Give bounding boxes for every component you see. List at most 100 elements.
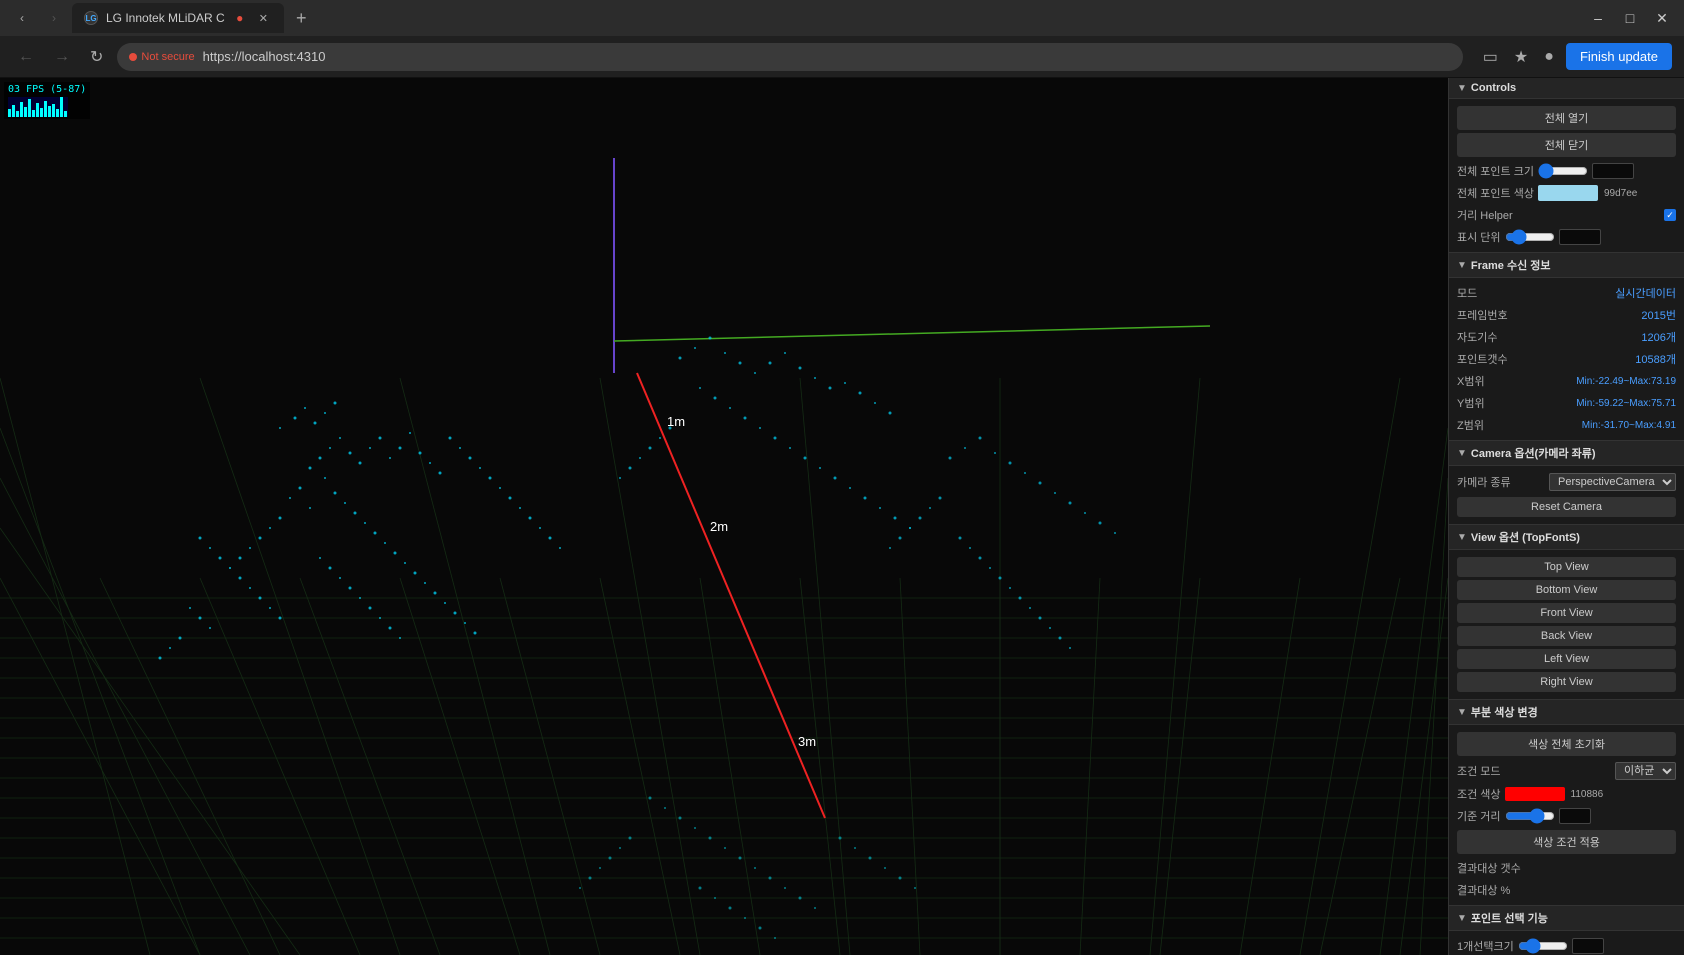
- bookmark-icon[interactable]: ★: [1510, 43, 1532, 71]
- refresh-button[interactable]: ↻: [84, 43, 109, 71]
- controls-section-title: Controls: [1471, 82, 1516, 94]
- camera-type-label: 카메라 종류: [1457, 474, 1511, 490]
- 3d-scene-svg: 1m 2m 3m: [0, 78, 1448, 955]
- left-view-button[interactable]: Left View: [1457, 649, 1676, 669]
- front-view-button[interactable]: Front View: [1457, 603, 1676, 623]
- x-range-value: Min:-22.49~Max:73.19: [1576, 376, 1676, 387]
- not-secure-icon: [129, 53, 137, 61]
- single-select-slider[interactable]: [1518, 938, 1568, 954]
- point-select-content: 1개선택크기 2 영역선택크기 1 포인트 잡기 마우스오른쪽(마우스 선택) …: [1449, 931, 1684, 955]
- point-count-value: 10588개: [1635, 351, 1676, 367]
- mode-row: 모드 실시간데이터: [1449, 282, 1684, 304]
- display-unit-input[interactable]: 1: [1559, 229, 1601, 245]
- tab-close-button[interactable]: ✕: [255, 10, 272, 27]
- address-bar: ← → ↻ Not secure https://localhost:4310 …: [0, 36, 1684, 78]
- point-size-slider[interactable]: [1538, 163, 1588, 179]
- point-count-row: 포인트갯수 10588개: [1449, 348, 1684, 370]
- frame-num-value: 2015번: [1641, 307, 1676, 323]
- display-unit-label: 표시 단위: [1457, 229, 1501, 245]
- maximize-button[interactable]: □: [1616, 4, 1644, 32]
- bottom-view-button[interactable]: Bottom View: [1457, 580, 1676, 600]
- x-range-row: X범위 Min:-22.49~Max:73.19: [1449, 370, 1684, 392]
- open-all-button[interactable]: 전체 열기: [1457, 106, 1676, 130]
- camera-section-title: Camera 옵션(카메라 좌류): [1471, 445, 1596, 461]
- back-page-btn[interactable]: ‹: [8, 4, 36, 32]
- result-color-count-label: 결과대상 갯수: [1457, 860, 1521, 876]
- checkbox-checkmark: ✓: [1666, 210, 1674, 221]
- back-button[interactable]: ←: [12, 44, 40, 70]
- frame-num-row: 프레임번호 2015번: [1449, 304, 1684, 326]
- point-color-value: 99d7ee: [1604, 188, 1637, 199]
- profile-icon[interactable]: ●: [1540, 44, 1558, 70]
- base-dist-label: 기준 거리: [1457, 808, 1501, 824]
- finish-update-button[interactable]: Finish update: [1566, 43, 1672, 70]
- forward-page-btn[interactable]: ›: [40, 4, 68, 32]
- svg-text:1m: 1m: [667, 414, 685, 429]
- scan-count-value: 1206개: [1641, 329, 1676, 345]
- cond-color-preview[interactable]: [1505, 787, 1565, 801]
- cond-mode-select[interactable]: 이하균: [1615, 762, 1676, 780]
- base-dist-row: 기준 거리 71: [1449, 805, 1684, 827]
- single-select-label: 1개선택크기: [1457, 938, 1514, 954]
- controls-panel: ▼ Controls 전체 열기 전체 닫기 전체 포인트 크기 0.005 전…: [1448, 78, 1684, 955]
- color-change-content: 색상 전체 초기화 조건 모드 이하균 조건 색상 110886 기준 거리 7…: [1449, 725, 1684, 905]
- frame-info-section-header[interactable]: ▼ Frame 수신 정보: [1449, 253, 1684, 278]
- new-tab-button[interactable]: +: [288, 8, 315, 29]
- top-view-button[interactable]: Top View: [1457, 557, 1676, 577]
- controls-section-header[interactable]: ▼ Controls: [1449, 78, 1684, 99]
- main-area: 03 FPS (5-87): [0, 78, 1684, 955]
- y-range-row: Y범위 Min:-59.22~Max:75.71: [1449, 392, 1684, 414]
- base-dist-input[interactable]: 71: [1559, 808, 1591, 824]
- recording-indicator: ●: [233, 11, 247, 25]
- mode-label: 모드: [1457, 285, 1477, 301]
- point-color-preview[interactable]: [1538, 185, 1598, 201]
- camera-type-select[interactable]: PerspectiveCamera: [1549, 473, 1676, 491]
- close-button[interactable]: ✕: [1648, 4, 1676, 32]
- distance-helper-checkbox[interactable]: ✓: [1664, 209, 1676, 221]
- distance-helper-row: 거리 Helper ✓: [1449, 204, 1684, 226]
- address-bar-input[interactable]: Not secure https://localhost:4310: [117, 43, 1462, 71]
- screen-cast-icon[interactable]: ▭: [1479, 43, 1502, 71]
- z-range-value: Min:-31.70~Max:4.91: [1582, 420, 1676, 431]
- z-range-label: Z범위: [1457, 417, 1484, 433]
- 3d-viewport[interactable]: 03 FPS (5-87): [0, 78, 1448, 955]
- single-select-row: 1개선택크기 2: [1449, 935, 1684, 955]
- frame-num-label: 프레임번호: [1457, 307, 1508, 323]
- controls-chevron: ▼: [1457, 83, 1467, 94]
- camera-section-content: 카메라 종류 PerspectiveCamera Reset Camera: [1449, 466, 1684, 524]
- color-change-section-title: 부분 색상 변경: [1471, 704, 1538, 720]
- apply-cond-button[interactable]: 색상 조건 적용: [1457, 830, 1676, 854]
- tab-bar: ‹ › LG LG Innotek MLiDAR C ● ✕ + – □ ✕: [0, 0, 1684, 36]
- distance-helper-checkbox-wrapper: ✓: [1664, 209, 1676, 221]
- not-secure-label: Not secure: [141, 51, 194, 63]
- single-select-input[interactable]: 2: [1572, 938, 1604, 954]
- browser-chrome: ‹ › LG LG Innotek MLiDAR C ● ✕ + – □ ✕ ←…: [0, 0, 1684, 78]
- view-section-content: Top View Bottom View Front View Back Vie…: [1449, 550, 1684, 699]
- active-tab[interactable]: LG LG Innotek MLiDAR C ● ✕: [72, 3, 284, 33]
- camera-section-header[interactable]: ▼ Camera 옵션(카메라 좌류): [1449, 441, 1684, 466]
- point-select-chevron: ▼: [1457, 913, 1467, 924]
- point-size-input[interactable]: 0.005: [1592, 163, 1634, 179]
- url-text: https://localhost:4310: [203, 49, 326, 64]
- minimize-button[interactable]: –: [1584, 4, 1612, 32]
- view-section-header[interactable]: ▼ View 옵션 (TopFontS): [1449, 525, 1684, 550]
- cond-mode-label: 조건 모드: [1457, 763, 1501, 779]
- back-view-button[interactable]: Back View: [1457, 626, 1676, 646]
- base-dist-slider[interactable]: [1505, 808, 1555, 824]
- right-view-button[interactable]: Right View: [1457, 672, 1676, 692]
- fps-value: 03 FPS (5-87): [8, 84, 86, 95]
- frame-info-chevron: ▼: [1457, 260, 1467, 271]
- forward-button[interactable]: →: [48, 44, 76, 70]
- view-chevron: ▼: [1457, 532, 1467, 543]
- cond-color-label: 조건 색상: [1457, 786, 1501, 802]
- close-all-button[interactable]: 전체 닫기: [1457, 133, 1676, 157]
- cond-mode-row: 조건 모드 이하균: [1449, 759, 1684, 783]
- color-change-section-header[interactable]: ▼ 부분 색상 변경: [1449, 700, 1684, 725]
- reset-camera-button[interactable]: Reset Camera: [1457, 497, 1676, 517]
- tab-title: LG Innotek MLiDAR C: [106, 11, 225, 25]
- security-indicator: Not secure: [129, 51, 194, 63]
- reset-color-button[interactable]: 색상 전체 초기화: [1457, 732, 1676, 756]
- display-unit-slider[interactable]: [1505, 229, 1555, 245]
- cond-color-value: 110886: [1571, 789, 1604, 800]
- point-select-section-header[interactable]: ▼ 포인트 선택 기능: [1449, 906, 1684, 931]
